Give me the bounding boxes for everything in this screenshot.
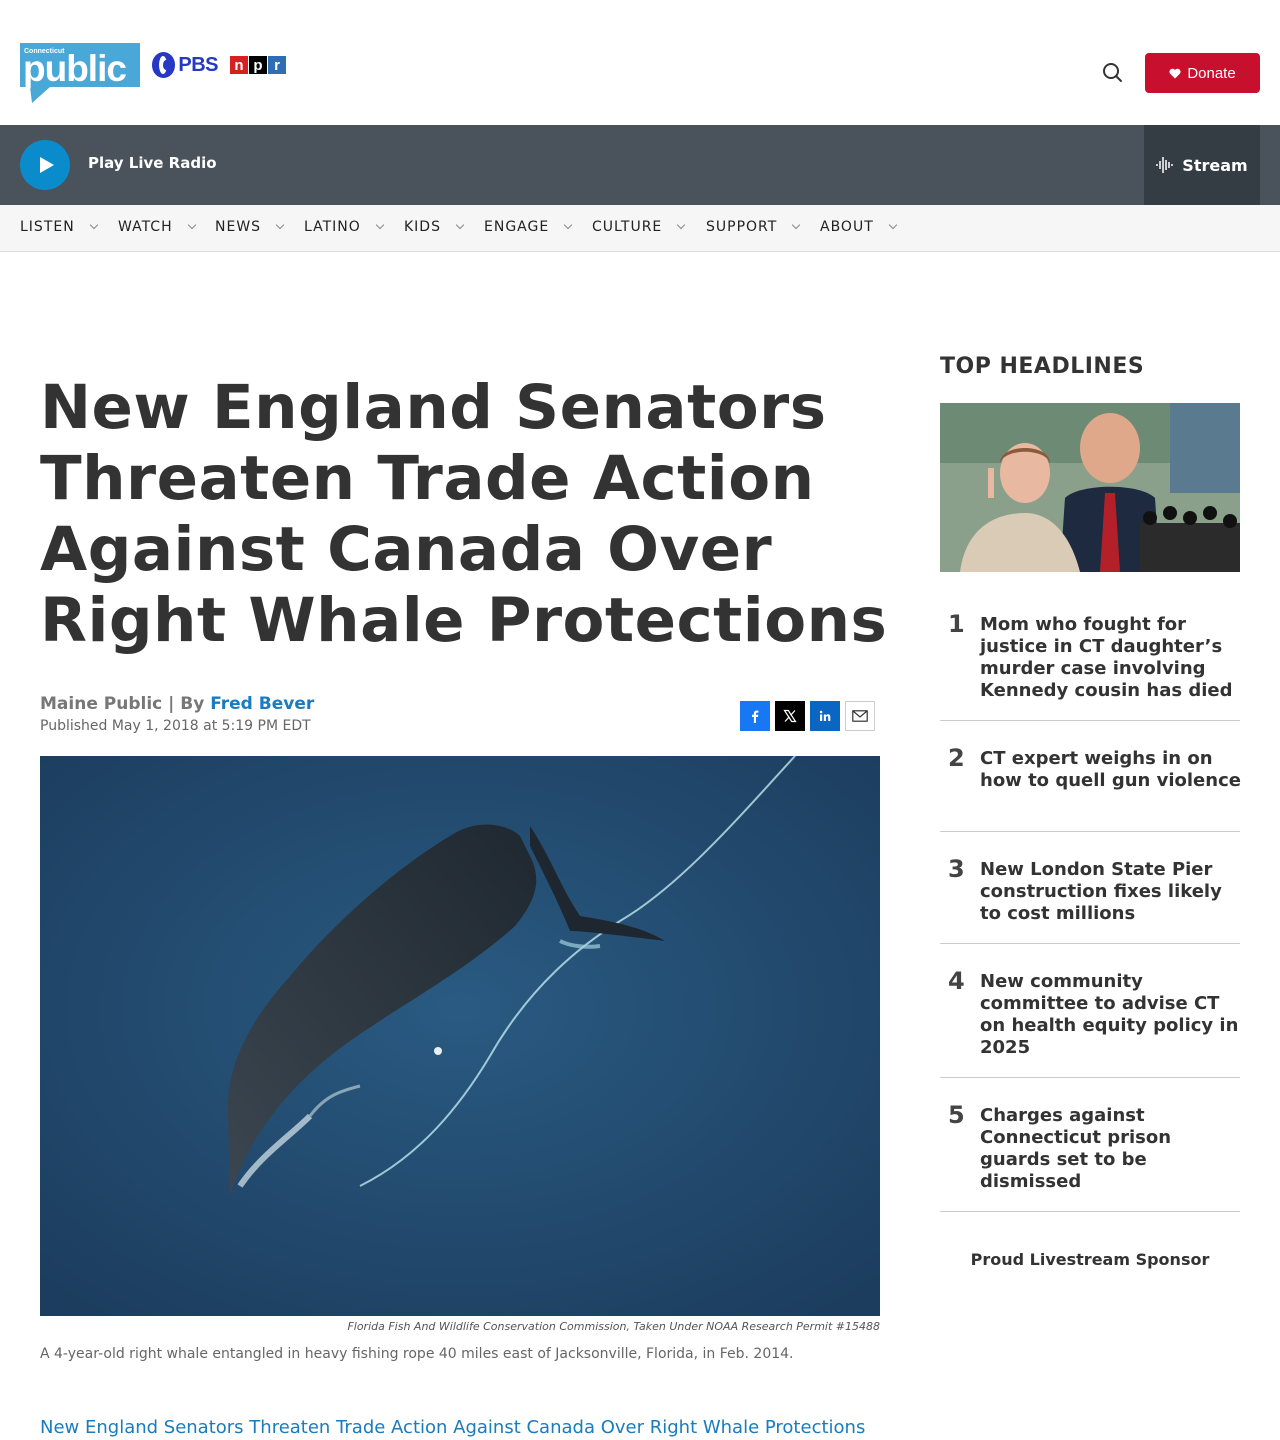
nav-item-culture[interactable]: CULTURE [592,219,686,235]
pbs-head-icon [152,52,176,78]
nav-item-watch[interactable]: WATCH [118,219,196,235]
chevron-down-icon [275,220,285,230]
nav-item-about[interactable]: ABOUT [820,219,898,235]
headline-rank: 4 [948,967,965,995]
npr-letter-n: n [230,56,248,74]
headline-text[interactable]: New community committee to advise CT on … [980,971,1242,1059]
article-title-link[interactable]: New England Senators Threaten Trade Acti… [40,1417,865,1438]
nav-label: ABOUT [820,219,874,235]
image-credit: Florida Fish And Wildlife Conservation C… [347,1320,880,1333]
nav-label: NEWS [215,219,262,235]
nav-label: LATINO [304,219,361,235]
chevron-down-icon [792,220,801,230]
published-date: Published May 1, 2018 at 5:19 PM EDT [40,718,311,734]
headline-rank: 1 [948,610,965,638]
search-button[interactable] [1100,60,1126,86]
image-caption: A 4-year-old right whale entangled in he… [40,1346,794,1362]
nav-label: CULTURE [592,219,663,235]
nav-label: SUPPORT [706,219,778,235]
chevron-down-icon [187,220,196,230]
connecticut-public-logo[interactable]: Connecticut public [20,43,140,103]
donate-label: Donate [1187,64,1236,82]
headline-text[interactable]: Mom who fought for justice in CT daughte… [980,614,1242,702]
heart-icon [1169,68,1181,78]
site-header: Connecticut public PBS n p r Donate [0,0,1280,125]
nav-item-kids[interactable]: KIDS [404,219,465,235]
top-headlines-title: TOP HEADLINES [940,354,1145,379]
headline-item[interactable]: 2 CT expert weighs in on how to quell gu… [940,744,1242,832]
headline-text[interactable]: Charges against Connecticut prison guard… [980,1105,1242,1193]
share-facebook-button[interactable] [740,701,770,731]
headline-item[interactable]: 3 New London State Pier construction fix… [940,855,1240,944]
top-headline-photo[interactable] [940,403,1240,572]
play-icon[interactable] [20,140,70,190]
headline-rank: 2 [948,744,965,772]
facebook-icon [752,710,759,723]
byline-source: Maine Public | By [40,694,211,714]
npr-letter-p: p [249,56,267,74]
npr-logo[interactable]: n p r [230,56,287,74]
nav-label: ENGAGE [484,219,550,235]
chevron-down-icon [455,220,465,230]
live-radio-player: Play Live Radio Stream [0,125,1280,205]
pbs-text: PBS [178,53,218,76]
headline-item[interactable]: 5 Charges against Connecticut prison gua… [940,1101,1240,1212]
share-linkedin-button[interactable] [810,701,840,731]
x-twitter-icon [783,709,797,723]
author-link[interactable]: Fred Bever [210,694,314,714]
pbs-logo[interactable]: PBS [152,52,218,78]
share-email-button[interactable] [845,701,875,731]
brand-text: public [23,48,126,89]
headline-rank: 5 [948,1101,965,1129]
nav-label: KIDS [404,219,441,235]
chevron-down-icon [89,220,98,230]
email-icon [852,710,868,722]
chevron-down-icon [375,220,385,230]
nav-item-support[interactable]: SUPPORT [706,219,801,235]
chevron-down-icon [888,220,898,230]
headline-text[interactable]: CT expert weighs in on how to quell gun … [980,748,1242,792]
headline-rank: 3 [948,855,965,883]
headline-text[interactable]: New London State Pier construction fixes… [980,859,1242,925]
nav-item-engage[interactable]: ENGAGE [484,219,573,235]
chevron-down-icon [677,220,686,230]
linkedin-icon [819,710,831,721]
headline-item[interactable]: 4 New community committee to advise CT o… [940,967,1240,1078]
byline: Maine Public | By Fred Bever [40,694,314,714]
play-live-radio-label[interactable]: Play Live Radio [88,154,217,172]
headline-item[interactable]: 1 Mom who fought for justice in CT daugh… [940,610,1240,721]
nav-label: WATCH [118,219,173,235]
nav-item-latino[interactable]: LATINO [304,219,385,235]
search-icon [1103,63,1122,82]
npr-letter-r: r [268,56,286,74]
nav-item-news[interactable]: NEWS [215,219,285,235]
nav-item-listen[interactable]: LISTEN [20,219,98,235]
main-nav: LISTEN WATCH NEWS LATINO KIDS ENGAGE CUL… [0,205,1280,252]
article-headline: New England Senators Threaten Trade Acti… [40,372,888,656]
stream-label: Stream [1182,155,1248,175]
donate-button[interactable]: Donate [1145,53,1260,93]
chevron-down-icon [563,220,573,230]
nav-label: LISTEN [20,219,75,235]
audio-wave-icon [1156,157,1174,173]
right-whale-photo [40,756,880,1316]
stream-button[interactable]: Stream [1144,125,1260,205]
share-x-button[interactable] [775,701,805,731]
livestream-sponsor-label: Proud Livestream Sponsor [970,1250,1210,1269]
